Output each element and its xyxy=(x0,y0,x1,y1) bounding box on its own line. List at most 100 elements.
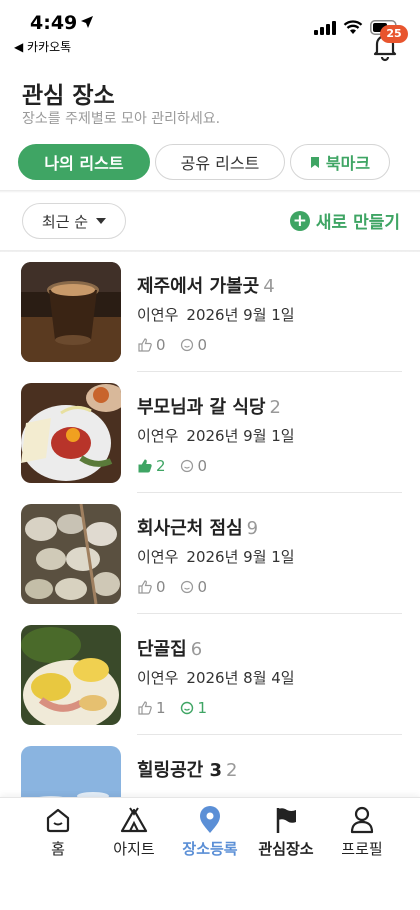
nav-label: 관심장소 xyxy=(258,840,314,858)
item-date: 2026년 9월 1일 xyxy=(186,427,295,445)
status-time: 4:49 xyxy=(30,12,78,34)
signal-icon xyxy=(314,20,336,35)
item-title: 회사근처 점심 9 xyxy=(137,518,259,539)
item-divider xyxy=(137,613,402,614)
item-title: 제주에서 가볼곳 4 xyxy=(137,276,275,297)
comment-count: 0 xyxy=(197,336,208,354)
comment-stat[interactable]: 1 xyxy=(180,699,208,717)
list-item[interactable]: 제주에서 가볼곳 4 이연우 2026년 9월 1일 0 0 xyxy=(0,252,420,372)
divider xyxy=(0,190,420,193)
page-header: 관심 장소 장소를 주제별로 모아 관리하세요. xyxy=(0,58,420,136)
nav-register-place[interactable]: 장소등록 xyxy=(170,806,250,859)
like-count: 2 xyxy=(156,457,166,475)
like-stat[interactable]: 0 xyxy=(138,336,166,354)
item-title: 부모님과 갈 식당 2 xyxy=(137,397,281,418)
like-stat[interactable]: 2 xyxy=(138,457,166,475)
item-title: 단골집 6 xyxy=(137,639,203,660)
item-divider xyxy=(137,492,402,493)
thumbs-up-icon xyxy=(138,701,152,715)
tab-shared-list[interactable]: 공유 리스트 xyxy=(155,144,285,180)
item-count: 6 xyxy=(190,639,203,660)
comment-icon xyxy=(180,459,193,473)
tab-label: 나의 리스트 xyxy=(44,154,124,173)
tab-label: 공유 리스트 xyxy=(180,154,260,173)
item-author: 이연우 xyxy=(137,427,179,445)
nav-agit[interactable]: 아지트 xyxy=(94,806,174,859)
comment-count: 0 xyxy=(197,578,208,596)
like-stat[interactable]: 0 xyxy=(138,578,166,596)
tab-bookmark[interactable]: 북마크 xyxy=(290,144,390,180)
wifi-icon xyxy=(343,20,363,34)
item-divider xyxy=(137,371,402,372)
sort-label: 최근 순 xyxy=(41,212,89,231)
person-icon xyxy=(350,806,374,834)
location-pin-icon xyxy=(200,806,220,833)
tab-my-list[interactable]: 나의 리스트 xyxy=(18,144,150,180)
item-count: 9 xyxy=(246,518,259,539)
page-title: 관심 장소 xyxy=(22,83,115,109)
list-item[interactable]: 회사근처 점심 9 이연우 2026년 9월 1일 0 0 xyxy=(0,494,420,614)
like-count: 0 xyxy=(156,336,166,354)
comment-count: 0 xyxy=(197,457,208,475)
item-meta: 이연우 2026년 9월 1일 xyxy=(137,425,295,446)
thumbnail-tartare xyxy=(21,383,121,483)
nav-favorites[interactable]: 관심장소 xyxy=(246,806,326,859)
nav-label: 프로필 xyxy=(341,840,383,858)
item-count: 2 xyxy=(269,397,281,418)
item-stats: 0 0 xyxy=(138,336,215,354)
item-count: 4 xyxy=(263,276,275,297)
nav-label: 장소등록 xyxy=(182,840,238,858)
nav-label: 홈 xyxy=(51,840,65,858)
list-tabs: 나의 리스트 공유 리스트 북마크 xyxy=(18,144,390,180)
list-container: 제주에서 가볼곳 4 이연우 2026년 9월 1일 0 0 부모님과 갈 식당… xyxy=(0,252,420,846)
caret-down-icon xyxy=(96,218,107,224)
item-meta: 이연우 2026년 8월 4일 xyxy=(137,667,295,688)
comment-count: 1 xyxy=(197,699,208,717)
item-title: 힐링공간 32 xyxy=(137,760,238,781)
comment-stat[interactable]: 0 xyxy=(180,578,208,596)
item-author: 이연우 xyxy=(137,669,179,687)
thumbs-up-icon xyxy=(138,580,152,594)
item-date: 2026년 8월 4일 xyxy=(186,669,295,687)
like-stat[interactable]: 1 xyxy=(138,699,166,717)
sort-dropdown[interactable]: 최근 순 xyxy=(22,203,126,239)
status-bar: 4:49 ◀ 카카오톡 xyxy=(0,0,420,58)
like-count: 1 xyxy=(156,699,166,717)
back-to-app-link[interactable]: ◀ 카카오톡 xyxy=(14,38,71,55)
bottom-nav: 홈 아지트 장소등록 관심장소 프로필 xyxy=(0,797,420,910)
thumbnail-shellfish xyxy=(21,504,121,604)
item-meta: 이연우 2026년 9월 1일 xyxy=(137,546,295,567)
notification-badge: 25 xyxy=(380,25,408,43)
thumbs-up-icon xyxy=(138,338,152,352)
list-item[interactable]: 부모님과 갈 식당 2 이연우 2026년 9월 1일 2 0 xyxy=(0,373,420,493)
item-stats: 2 0 xyxy=(138,457,215,475)
thumbnail-coffee xyxy=(21,262,121,362)
item-author: 이연우 xyxy=(137,306,179,324)
comment-icon xyxy=(180,701,193,715)
nav-profile[interactable]: 프로필 xyxy=(322,806,402,859)
item-count: 2 xyxy=(226,760,238,781)
tab-label: 북마크 xyxy=(325,154,371,173)
comment-icon xyxy=(180,580,193,594)
item-divider xyxy=(137,734,402,735)
filter-row: 최근 순 + 새로 만들기 xyxy=(0,200,420,246)
item-date: 2026년 9월 1일 xyxy=(186,548,295,566)
item-date: 2026년 9월 1일 xyxy=(186,306,295,324)
comment-stat[interactable]: 0 xyxy=(180,336,208,354)
bookmark-icon xyxy=(310,156,319,168)
location-arrow-icon xyxy=(81,16,93,28)
plus-icon: + xyxy=(289,210,310,231)
flag-icon xyxy=(276,808,296,833)
home-icon xyxy=(46,808,70,833)
create-new-label: 새로 만들기 xyxy=(315,213,400,233)
like-count: 0 xyxy=(156,578,166,596)
thumbs-up-icon xyxy=(138,459,152,473)
comment-stat[interactable]: 0 xyxy=(180,457,208,475)
nav-home[interactable]: 홈 xyxy=(18,806,98,859)
nav-label: 아지트 xyxy=(113,840,155,858)
list-item[interactable]: 단골집 6 이연우 2026년 8월 4일 1 1 xyxy=(0,615,420,735)
tent-icon xyxy=(120,807,148,833)
page-subtitle: 장소를 주제별로 모아 관리하세요. xyxy=(22,111,221,127)
item-meta: 이연우 2026년 9월 1일 xyxy=(137,304,295,325)
create-new-button[interactable]: + 새로 만들기 xyxy=(289,208,400,233)
